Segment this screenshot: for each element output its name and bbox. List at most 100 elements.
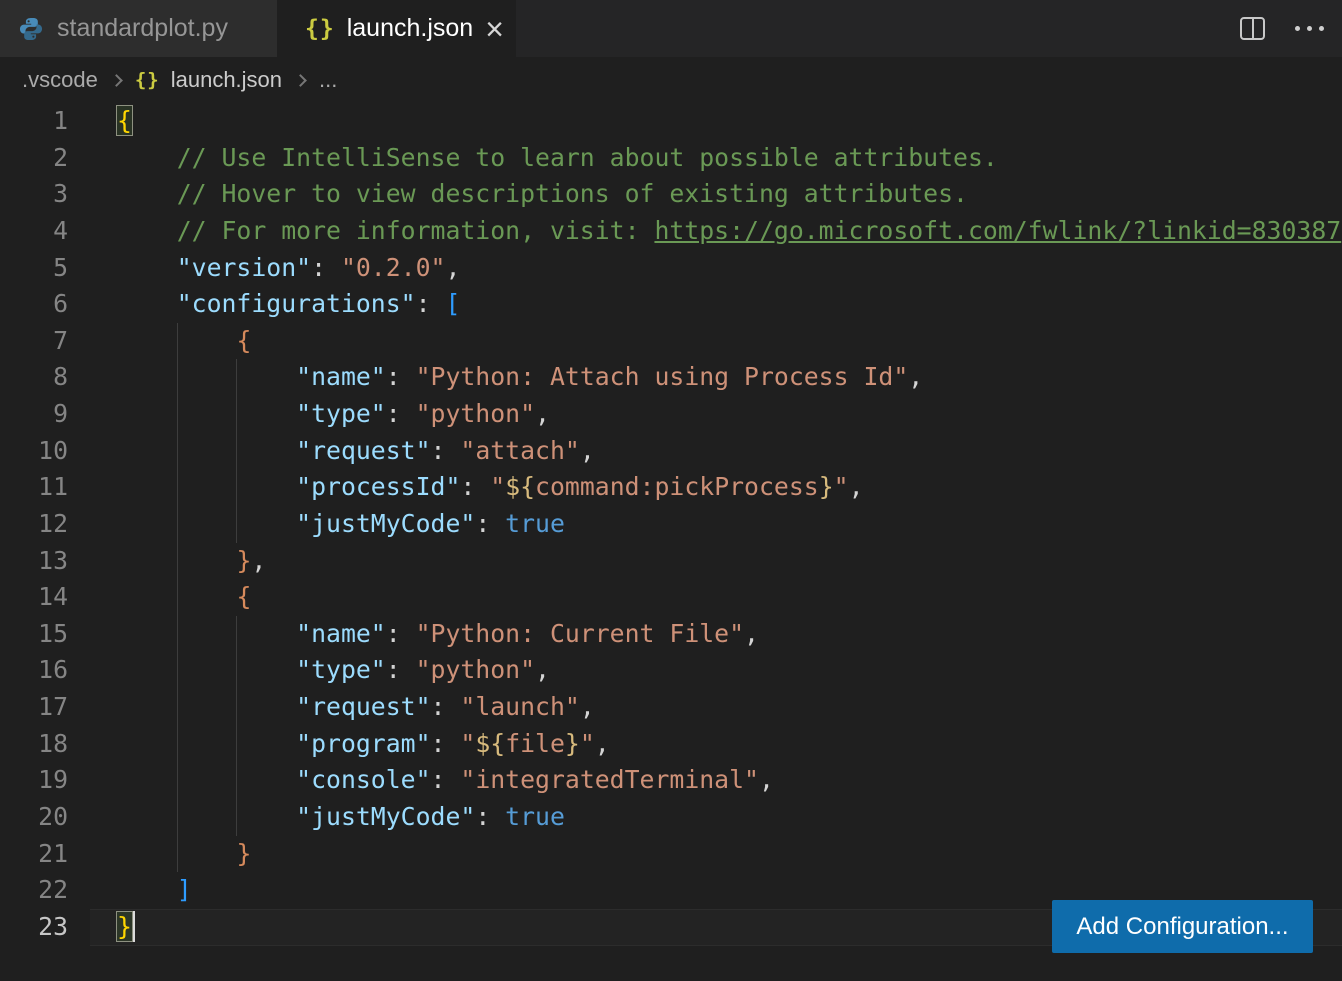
code-token bbox=[117, 839, 236, 868]
code-text: "console": "integratedTerminal", bbox=[117, 762, 774, 799]
line-number: 2 bbox=[0, 140, 68, 177]
close-icon[interactable]: × bbox=[485, 13, 504, 45]
line-number: 4 bbox=[0, 213, 68, 250]
code-token: , bbox=[251, 546, 266, 575]
add-configuration-button[interactable]: Add Configuration... bbox=[1052, 900, 1313, 953]
code-token: "Python: Attach using Process Id" bbox=[416, 362, 909, 391]
code-token bbox=[117, 399, 296, 428]
line-number: 13 bbox=[0, 543, 68, 580]
line-number: 17 bbox=[0, 689, 68, 726]
code-token: , bbox=[445, 253, 460, 282]
line-number: 22 bbox=[0, 872, 68, 909]
breadcrumb-symbol[interactable]: ... bbox=[319, 67, 337, 93]
code-token: // For more information, visit: bbox=[177, 216, 655, 245]
code-token: } bbox=[236, 546, 251, 575]
python-icon bbox=[18, 16, 44, 42]
code-token: "type" bbox=[296, 655, 386, 684]
breadcrumb-folder[interactable]: .vscode bbox=[22, 67, 98, 93]
code-text: "program": "${file}", bbox=[117, 726, 610, 763]
code-token: , bbox=[908, 362, 923, 391]
line-number: 16 bbox=[0, 652, 68, 689]
code-line-15: 15 "name": "Python: Current File", bbox=[0, 616, 1342, 653]
code-token bbox=[117, 143, 177, 172]
code-token: : bbox=[460, 472, 490, 501]
breadcrumb-file[interactable]: launch.json bbox=[171, 67, 282, 93]
code-token: : bbox=[431, 729, 461, 758]
code-token bbox=[117, 326, 236, 355]
code-line-9: 9 "type": "python", bbox=[0, 396, 1342, 433]
code-line-6: 6 "configurations": [ bbox=[0, 286, 1342, 323]
code-token: : bbox=[386, 619, 416, 648]
code-text: "name": "Python: Current File", bbox=[117, 616, 759, 653]
code-token: "integratedTerminal" bbox=[460, 765, 759, 794]
code-text: // Hover to view descriptions of existin… bbox=[117, 176, 968, 213]
code-token: ${ bbox=[505, 472, 535, 501]
code-token bbox=[117, 509, 296, 538]
code-token bbox=[117, 362, 296, 391]
code-token: file bbox=[505, 729, 565, 758]
code-token: "attach" bbox=[460, 436, 579, 465]
code-token: [ bbox=[445, 289, 460, 318]
code-token bbox=[117, 729, 296, 758]
code-token: } bbox=[236, 839, 251, 868]
code-line-21: 21 } bbox=[0, 836, 1342, 873]
line-number: 20 bbox=[0, 799, 68, 836]
code-token: ] bbox=[177, 875, 192, 904]
code-token: command:pickProcess bbox=[535, 472, 819, 501]
line-number: 23 bbox=[0, 909, 68, 946]
code-token: " bbox=[490, 472, 505, 501]
line-number: 19 bbox=[0, 762, 68, 799]
line-number: 1 bbox=[0, 103, 68, 140]
code-token: "python" bbox=[416, 655, 535, 684]
code-text: "configurations": [ bbox=[117, 286, 460, 323]
code-line-20: 20 "justMyCode": true bbox=[0, 799, 1342, 836]
code-editor[interactable]: 1 {2 // Use IntelliSense to learn about p… bbox=[0, 103, 1342, 981]
code-token: "Python: Current File" bbox=[416, 619, 744, 648]
line-number: 8 bbox=[0, 359, 68, 396]
code-token: : bbox=[475, 802, 505, 831]
tab-launch-json[interactable]: {} launch.json × bbox=[277, 0, 516, 57]
tab-standardplot-py[interactable]: standardplot.py bbox=[0, 0, 277, 57]
code-token: , bbox=[759, 765, 774, 794]
code-text: { bbox=[117, 579, 251, 616]
comment-link[interactable]: https://go.microsoft.com/fwlink/?linkid=… bbox=[654, 216, 1341, 245]
code-token: } bbox=[565, 729, 580, 758]
line-number: 5 bbox=[0, 250, 68, 287]
tab-label: launch.json bbox=[347, 14, 473, 43]
code-token bbox=[117, 875, 177, 904]
code-token bbox=[117, 619, 296, 648]
json-icon: {} bbox=[135, 69, 160, 91]
text-cursor bbox=[133, 911, 135, 942]
code-line-13: 13 }, bbox=[0, 543, 1342, 580]
code-token: : bbox=[475, 509, 505, 538]
code-token: "0.2.0" bbox=[341, 253, 446, 282]
code-text: "processId": "${command:pickProcess}", bbox=[117, 469, 864, 506]
code-token: , bbox=[744, 619, 759, 648]
editor-actions bbox=[1240, 0, 1342, 57]
code-token: "name" bbox=[296, 619, 386, 648]
code-token: // Hover to view descriptions of existin… bbox=[177, 179, 968, 208]
code-token bbox=[117, 802, 296, 831]
code-token: } bbox=[117, 912, 132, 941]
code-text: "request": "attach", bbox=[117, 433, 595, 470]
code-token: // Use IntelliSense to learn about possi… bbox=[177, 143, 998, 172]
code-token: "justMyCode" bbox=[296, 802, 475, 831]
code-token: : bbox=[386, 655, 416, 684]
code-text: "version": "0.2.0", bbox=[117, 250, 460, 287]
line-number: 6 bbox=[0, 286, 68, 323]
code-line-5: 5 "version": "0.2.0", bbox=[0, 250, 1342, 287]
chevron-right-icon bbox=[110, 74, 123, 87]
json-icon: {} bbox=[305, 16, 335, 42]
split-editor-icon[interactable] bbox=[1240, 17, 1265, 40]
code-token: , bbox=[535, 655, 550, 684]
line-number: 7 bbox=[0, 323, 68, 360]
code-token bbox=[117, 436, 296, 465]
code-token: , bbox=[580, 692, 595, 721]
code-token: : bbox=[311, 253, 341, 282]
more-actions-icon[interactable] bbox=[1295, 26, 1324, 31]
code-token: , bbox=[580, 436, 595, 465]
code-lines: 1 {2 // Use IntelliSense to learn about p… bbox=[0, 103, 1342, 945]
breadcrumb: .vscode {} launch.json ... bbox=[0, 57, 1342, 103]
code-token: "version" bbox=[177, 253, 311, 282]
code-text: // For more information, visit: https://… bbox=[117, 213, 1341, 250]
